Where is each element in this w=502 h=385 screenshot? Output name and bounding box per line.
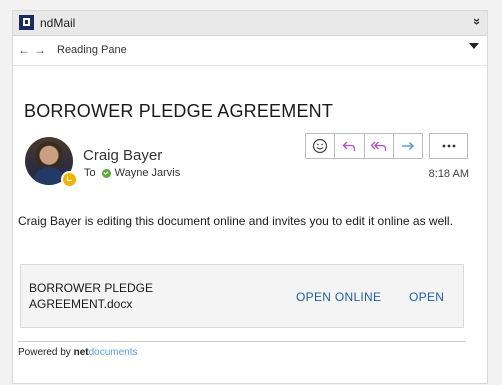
smiley-icon: [313, 138, 328, 154]
open-link[interactable]: OPEN: [409, 290, 444, 304]
message-actions: [305, 133, 423, 159]
attachment-card: BORROWER PLEDGE AGREEMENT.docx OPEN ONLI…: [20, 264, 464, 328]
brand-net: net: [73, 347, 89, 358]
more-horizontal-icon: [442, 144, 455, 148]
forward-arrow-icon[interactable]: →: [34, 43, 46, 57]
reply-icon: [342, 141, 356, 151]
ndmail-logo-icon: [19, 15, 34, 30]
collapse-icon[interactable]: »: [470, 18, 485, 25]
reply-button[interactable]: [335, 134, 365, 158]
open-online-link[interactable]: OPEN ONLINE: [296, 290, 381, 304]
attachment-filename[interactable]: BORROWER PLEDGE AGREEMENT.docx: [29, 280, 179, 312]
reply-all-icon: [370, 141, 386, 151]
message-subject: BORROWER PLEDGE AGREEMENT: [24, 101, 334, 121]
brand-documents: documents: [88, 347, 138, 358]
forward-icon: [401, 142, 414, 150]
app-name: ndMail: [40, 16, 76, 30]
powered-by: Powered by netdocuments: [18, 347, 138, 358]
nav-bar: ← → Reading Pane: [13, 35, 487, 66]
addin-panel: ndMail » ← → Reading Pane BORROWER PLEDG…: [12, 10, 488, 384]
nav-menu-caret-icon[interactable]: [469, 43, 479, 49]
recipient-available-icon: [101, 168, 111, 178]
message-time: 8:18 AM: [428, 168, 469, 180]
sender-name[interactable]: Craig Bayer: [83, 147, 162, 164]
recipient-name[interactable]: Wayne Jarvis: [115, 167, 181, 179]
message-body: Craig Bayer is editing this document onl…: [18, 214, 453, 228]
powered-by-label: Powered by: [18, 347, 74, 358]
back-arrow-icon[interactable]: ←: [18, 43, 30, 57]
forward-button[interactable]: [394, 134, 422, 158]
recipient-line: To Wayne Jarvis: [84, 167, 180, 179]
reply-all-button[interactable]: [365, 134, 394, 158]
more-options-button[interactable]: [429, 133, 468, 159]
nav-title: Reading Pane: [57, 44, 127, 56]
presence-away-icon: [61, 171, 78, 188]
footer-divider: [18, 341, 466, 342]
smiley-button[interactable]: [306, 134, 336, 158]
to-label: To: [84, 167, 96, 179]
title-bar: ndMail »: [13, 11, 487, 36]
